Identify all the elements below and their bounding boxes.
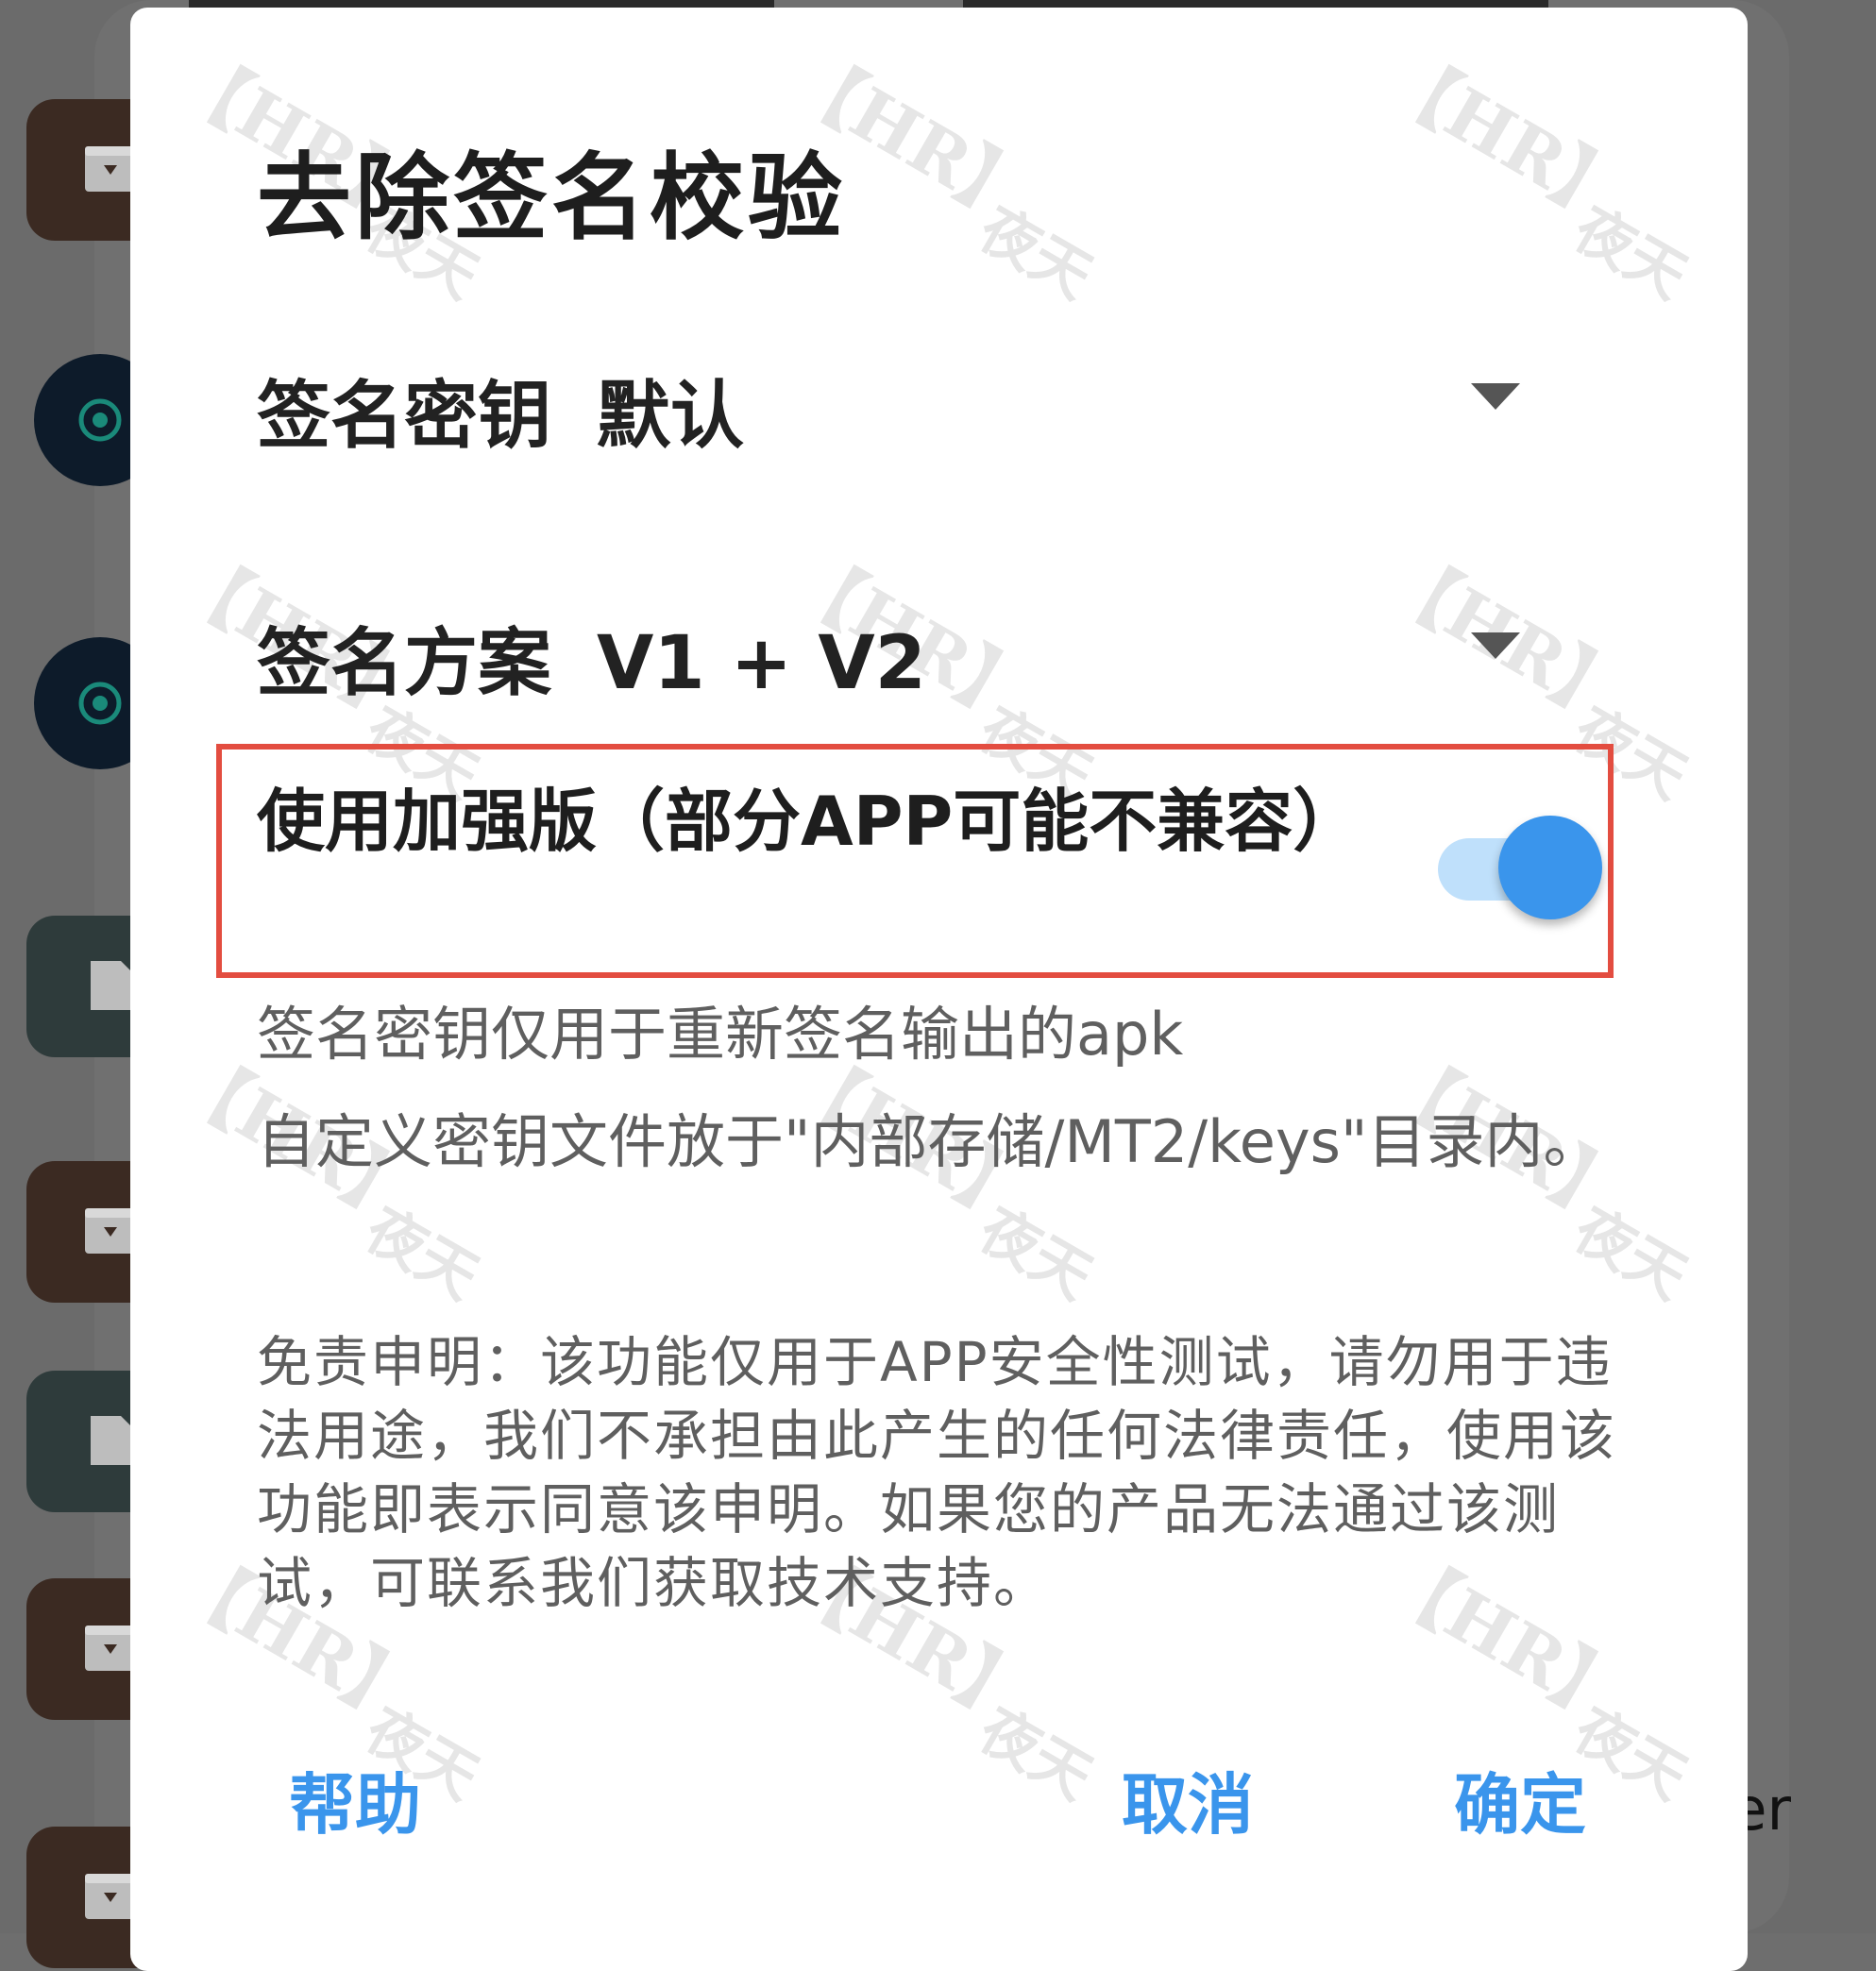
watermark-signature: 夜天 <box>354 1194 491 1313</box>
app-icon <box>78 682 122 725</box>
watermark-signature: 夜天 <box>968 194 1105 312</box>
watermark: 【HR】 <box>1370 38 1640 241</box>
signing-key-dropdown[interactable]: 签名密钥 默认 <box>257 357 744 463</box>
triangle-down-icon[interactable] <box>1471 632 1520 659</box>
enhanced-mode-toggle[interactable] <box>1438 810 1602 927</box>
custom-key-info-text: 自定义密钥文件放于"内部存储/MT2/keys"目录内。 <box>257 1107 1602 1176</box>
cancel-button[interactable]: 取消 <box>1103 1743 1273 1857</box>
watermark-signature: 夜天 <box>968 1694 1105 1813</box>
app-icon <box>78 398 122 442</box>
signing-scheme-dropdown[interactable]: 签名方案 V1 + V2 <box>257 604 926 710</box>
help-button[interactable]: 帮助 <box>270 1743 440 1857</box>
signing-key-label: 签名密钥 <box>257 374 552 459</box>
toggle-thumb <box>1498 816 1602 919</box>
disclaimer-text: 免责申明：该功能仅用于APP安全性测试，请勿用于违法用途，我们不承担由此产生的任… <box>257 1330 1617 1615</box>
dialog-title: 去除签名校验 <box>257 143 846 253</box>
remove-signature-verification-dialog: 【HR】 夜天 【HR】 夜天 【HR】 夜天 【HR】 夜天 【HR】 夜天 … <box>130 8 1748 1971</box>
watermark-signature: 夜天 <box>1563 194 1699 312</box>
watermark-signature: 夜天 <box>968 1194 1105 1313</box>
signing-key-info-text: 签名密钥仅用于重新签名输出的apk <box>257 1000 1184 1069</box>
signing-key-value: 默认 <box>597 374 745 459</box>
enhanced-mode-label: 使用加强版（部分APP可能不兼容） <box>257 782 1361 861</box>
watermark-signature: 夜天 <box>1563 1194 1699 1313</box>
signing-scheme-label: 签名方案 <box>257 621 552 706</box>
triangle-down-icon[interactable] <box>1471 383 1520 410</box>
signing-scheme-value: V1 + V2 <box>597 621 926 706</box>
confirm-button[interactable]: 确定 <box>1435 1743 1605 1857</box>
